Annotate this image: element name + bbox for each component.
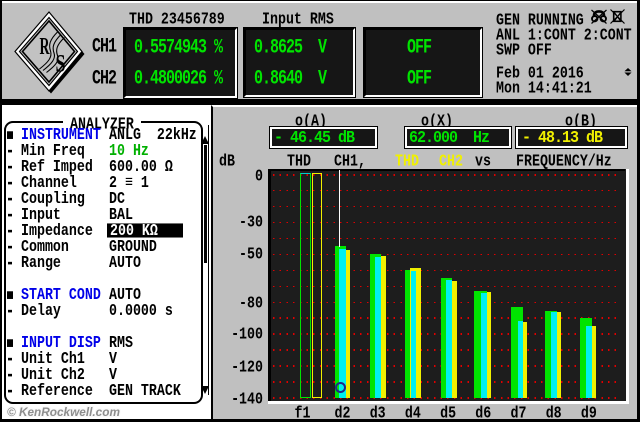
svg-text:S: S: [56, 51, 66, 78]
svg-text:R: R: [40, 34, 50, 60]
